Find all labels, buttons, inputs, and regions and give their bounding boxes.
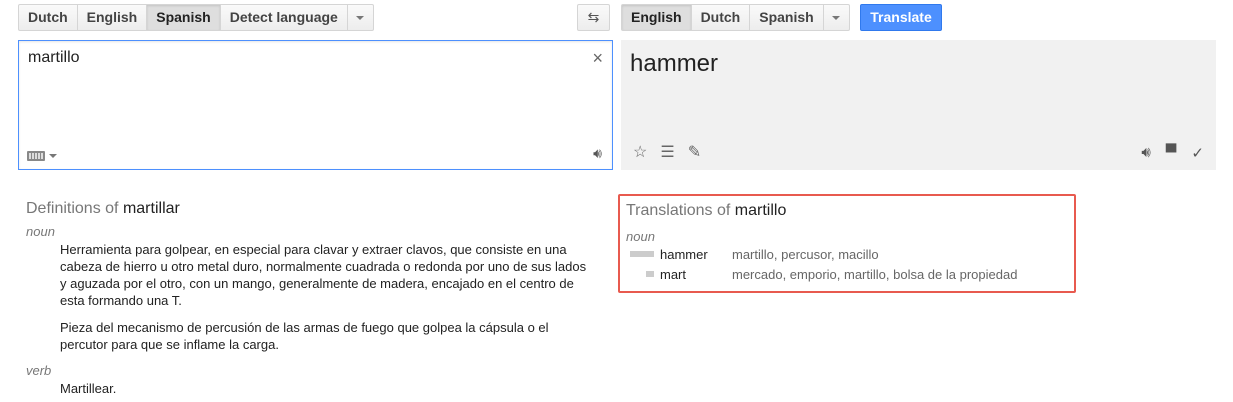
- target-lang-dutch[interactable]: Dutch: [690, 4, 751, 31]
- phrasebook-icon[interactable]: ☰: [660, 142, 674, 162]
- source-lang-more-button[interactable]: [346, 4, 374, 31]
- comment-icon[interactable]: ▀: [1166, 144, 1177, 162]
- input-tools-button[interactable]: [27, 151, 57, 161]
- swap-languages-button[interactable]: ⇆: [577, 4, 610, 31]
- target-lang-more-button[interactable]: [822, 4, 850, 31]
- chevron-down-icon: [356, 15, 365, 20]
- speaker-icon[interactable]: 🔊︎: [1141, 144, 1150, 162]
- chevron-down-icon: [49, 154, 57, 158]
- translation-word[interactable]: hammer: [660, 247, 732, 262]
- part-of-speech: noun: [626, 229, 655, 244]
- translations-title-prefix: Translations of: [626, 202, 731, 219]
- listen-source-button[interactable]: 🔊︎: [593, 145, 602, 162]
- definition-item: Herramienta para golpear, en especial pa…: [60, 242, 587, 308]
- part-of-speech: verb: [26, 363, 52, 378]
- source-text[interactable]: martillo: [28, 49, 80, 67]
- target-language-selector: English Dutch Spanish: [621, 4, 850, 31]
- translations-word: martillo: [734, 202, 787, 219]
- reverse-translations: mercado, emporio, martillo, bolsa de la …: [732, 266, 1018, 282]
- frequency-bar: [630, 251, 654, 257]
- definitions-title: Definitions of martillar: [26, 200, 596, 218]
- pencil-icon[interactable]: ✎: [688, 142, 701, 162]
- chevron-down-icon: [832, 15, 841, 20]
- definition-item: Pieza del mecanismo de percusión de las …: [60, 320, 549, 352]
- translation-word[interactable]: mart: [660, 267, 732, 282]
- target-lang-spanish[interactable]: Spanish: [749, 4, 824, 31]
- part-of-speech: noun: [26, 224, 55, 239]
- translated-text: hammer: [630, 50, 719, 77]
- target-lang-english[interactable]: English: [621, 4, 692, 31]
- clear-icon[interactable]: ×: [592, 48, 603, 69]
- swap-icon: ⇆: [587, 9, 600, 25]
- source-lang-english[interactable]: English: [76, 4, 148, 31]
- frequency-bar: [646, 271, 654, 277]
- source-lang-spanish[interactable]: Spanish: [146, 4, 221, 31]
- source-lang-detect[interactable]: Detect language: [219, 4, 348, 31]
- source-lang-dutch[interactable]: Dutch: [18, 4, 78, 31]
- source-language-selector: Dutch English Spanish Detect language: [18, 4, 374, 31]
- star-icon[interactable]: ☆: [633, 142, 647, 162]
- output-actions-left: ☆ ☰ ✎: [633, 142, 701, 162]
- definitions-panel: Definitions of martillar noun Herramient…: [26, 200, 596, 397]
- translation-row[interactable]: mart mercado, emporio, martillo, bolsa d…: [626, 264, 1068, 284]
- definitions-word: martillar: [122, 200, 180, 217]
- keyboard-icon: [27, 151, 45, 161]
- speaker-icon: 🔊︎: [593, 145, 602, 161]
- check-icon[interactable]: ✓: [1191, 144, 1204, 162]
- definition-item: Martillear.: [60, 381, 117, 396]
- translations-title: Translations of martillo: [626, 202, 1068, 220]
- translation-row[interactable]: hammer martillo, percusor, macillo: [626, 244, 1068, 264]
- translate-button[interactable]: Translate: [860, 4, 942, 31]
- translation-output: hammer ☆ ☰ ✎ 🔊︎ ▀ ✓: [621, 40, 1216, 170]
- reverse-translations: martillo, percusor, macillo: [732, 246, 879, 262]
- translations-panel: Translations of martillo noun hammer mar…: [618, 194, 1076, 293]
- source-text-area[interactable]: martillo × 🔊︎: [18, 40, 613, 170]
- definitions-title-prefix: Definitions of: [26, 200, 119, 217]
- output-actions-right: 🔊︎ ▀ ✓: [1141, 144, 1204, 162]
